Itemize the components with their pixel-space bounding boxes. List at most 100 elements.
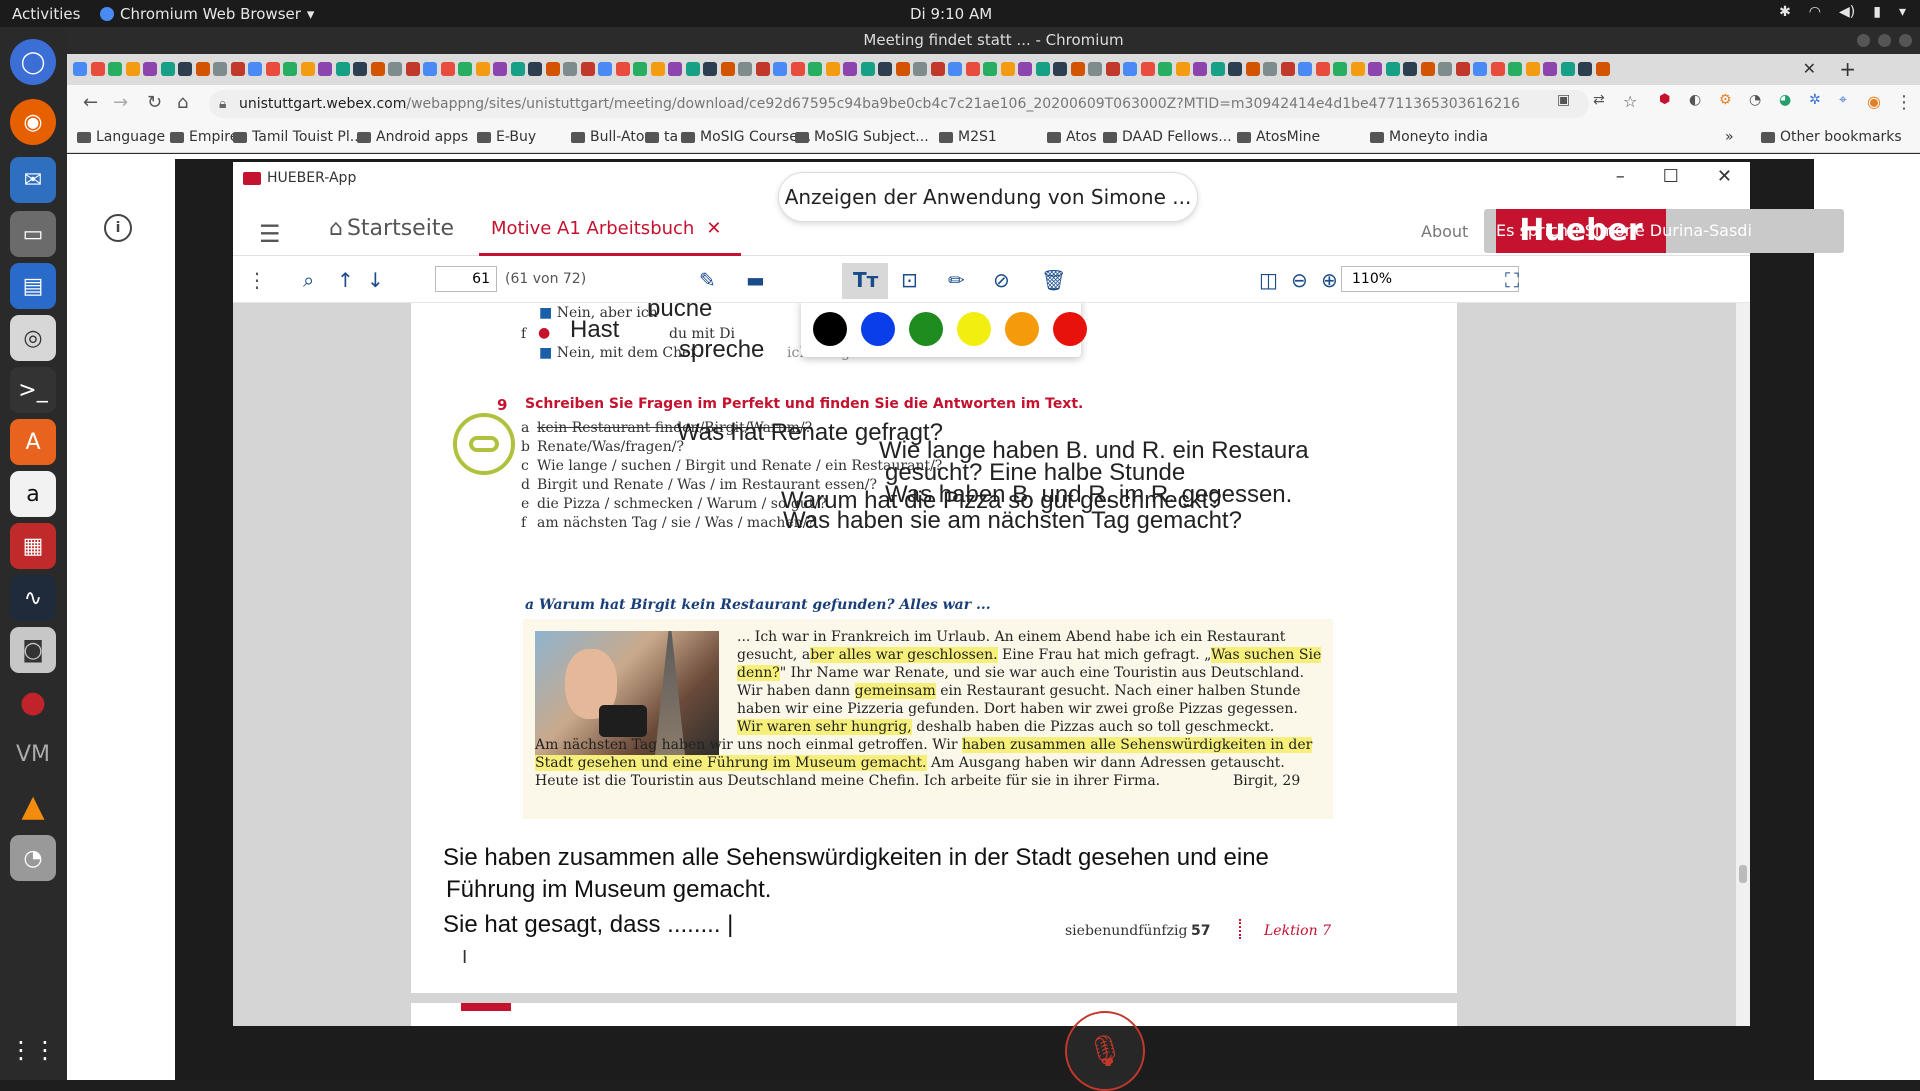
pinned-tab-favicon[interactable] xyxy=(598,62,612,76)
pinned-tab-favicon[interactable] xyxy=(528,62,542,76)
pinned-tab-favicon[interactable] xyxy=(510,62,525,76)
bookmark-item[interactable]: MoSIG Course... xyxy=(681,129,811,145)
pinned-tab-favicon[interactable] xyxy=(370,62,385,76)
typed-answer[interactable]: Führung im Museum gemacht. xyxy=(446,876,771,904)
back-button[interactable]: ← xyxy=(83,92,98,113)
pinned-tab-favicon[interactable] xyxy=(965,62,980,76)
writer-launcher-icon[interactable]: ▤ xyxy=(10,263,56,309)
pinned-tab-favicon[interactable] xyxy=(1315,62,1330,76)
show-apps-icon[interactable]: ⋮⋮ xyxy=(9,1027,57,1073)
minimize-button[interactable] xyxy=(1857,34,1870,47)
bookmark-item[interactable]: MoSIG Subject... xyxy=(795,129,929,145)
install-icon[interactable]: ▣ xyxy=(1557,92,1570,108)
color-swatch[interactable] xyxy=(813,312,847,346)
firefox-launcher-icon[interactable]: ◉ xyxy=(10,99,56,145)
zoom-in-icon[interactable]: ⊕ xyxy=(1321,268,1338,292)
color-swatch[interactable] xyxy=(861,312,895,346)
pinned-tab-favicon[interactable] xyxy=(125,62,140,76)
bookmark-item[interactable]: Language xyxy=(77,129,165,145)
pinned-tab-favicon[interactable] xyxy=(108,62,122,76)
pinned-tab-favicon[interactable] xyxy=(668,62,682,76)
page-number-input[interactable]: 61 xyxy=(435,266,497,292)
pinned-tab-favicon[interactable] xyxy=(615,62,630,76)
pinned-tab-favicon[interactable] xyxy=(1455,62,1470,76)
activities-button[interactable]: Activities xyxy=(12,5,80,23)
pinned-tab-favicon[interactable] xyxy=(580,62,595,76)
pinned-tab-favicon[interactable] xyxy=(230,62,245,76)
pinned-tab-favicon[interactable] xyxy=(1105,62,1120,76)
vm-launcher-icon[interactable]: VM xyxy=(10,731,56,777)
pinned-tab-favicon[interactable] xyxy=(895,62,910,76)
pinned-tab-favicon[interactable] xyxy=(1595,62,1610,76)
pinned-tab-favicon[interactable] xyxy=(248,62,262,76)
tab-book[interactable]: Motive A1 Arbeitsbuch ✕ xyxy=(491,218,721,239)
pinned-tab-favicon[interactable] xyxy=(90,62,105,76)
pinned-tab-favicon[interactable] xyxy=(633,62,647,76)
pinned-tab-favicon[interactable] xyxy=(475,62,490,76)
annotation-text[interactable]: Hast xyxy=(570,316,619,344)
fullscreen-icon[interactable]: ⛶ xyxy=(1505,268,1519,292)
amazon-launcher-icon[interactable]: a xyxy=(10,471,56,517)
bookmark-item[interactable]: Atos xyxy=(1047,129,1097,145)
pinned-tab-favicon[interactable] xyxy=(388,62,402,76)
close-tab-icon[interactable]: ✕ xyxy=(1803,59,1816,78)
pinned-tab-favicon[interactable] xyxy=(1175,62,1190,76)
pinned-tab-favicon[interactable] xyxy=(563,62,577,76)
forward-button[interactable]: → xyxy=(113,92,128,113)
bookmark-item[interactable]: E-Buy xyxy=(477,129,536,145)
extension-icon[interactable]: ⌖ xyxy=(1839,92,1847,108)
pinned-tab-favicon[interactable] xyxy=(195,62,210,76)
color-swatch[interactable] xyxy=(1053,312,1087,346)
scrollbar-thumb[interactable] xyxy=(1739,865,1747,883)
pinned-tab-favicon[interactable] xyxy=(703,62,717,76)
pinned-tab-favicon[interactable] xyxy=(335,62,350,76)
remmina-launcher-icon[interactable]: ▦ xyxy=(10,523,56,569)
pinned-tab-favicon[interactable] xyxy=(1088,62,1102,76)
typed-answer[interactable]: Sie haben zusammen alle Sehenswürdigkeit… xyxy=(443,844,1269,872)
link-icon[interactable] xyxy=(453,413,515,475)
software-launcher-icon[interactable]: A xyxy=(10,419,56,465)
pinned-tab-favicon[interactable] xyxy=(143,62,157,76)
pinned-tab-favicon[interactable] xyxy=(1263,62,1277,76)
pinned-tab-favicon[interactable] xyxy=(1228,62,1242,76)
vlc-launcher-icon[interactable]: ▲ xyxy=(10,783,56,829)
new-tab-button[interactable]: + xyxy=(1839,57,1856,81)
extension-icon[interactable]: ◕ xyxy=(1779,92,1791,108)
app-menu[interactable]: Chromium Web Browser ▾ xyxy=(100,5,314,23)
pinned-tab-favicon[interactable] xyxy=(930,62,945,76)
zoom-out-icon[interactable]: ⊖ xyxy=(1291,268,1308,292)
info-icon[interactable]: i xyxy=(104,214,132,242)
system-monitor-icon[interactable]: ∿ xyxy=(10,575,56,621)
search-icon[interactable]: ⌕ xyxy=(303,268,314,292)
pinned-tab-favicon[interactable] xyxy=(160,62,175,76)
home-button[interactable]: ⌂ xyxy=(177,92,188,113)
system-tray[interactable]: ✱ ◠ ◀) ▮ ▾ xyxy=(1779,4,1906,20)
pinned-tab-favicon[interactable] xyxy=(1018,62,1032,76)
bookmark-item[interactable]: M2S1 xyxy=(939,129,997,145)
pinned-tab-favicon[interactable] xyxy=(405,62,420,76)
pen-icon[interactable]: ✏ xyxy=(948,268,965,292)
color-swatch[interactable] xyxy=(957,312,991,346)
pinned-tab-favicon[interactable] xyxy=(860,62,875,76)
pinned-tab-favicon[interactable] xyxy=(755,62,770,76)
pdf-scrollbar[interactable] xyxy=(1736,303,1750,1026)
pinned-tab-favicon[interactable] xyxy=(1490,62,1505,76)
pinned-tab-favicon[interactable] xyxy=(1385,62,1400,76)
pinned-tab-favicon[interactable] xyxy=(178,62,192,76)
pinned-tab-favicon[interactable] xyxy=(825,62,840,76)
pinned-tab-favicon[interactable] xyxy=(73,62,87,76)
bookmark-item[interactable]: DAAD Fellows... xyxy=(1103,129,1232,145)
previous-page-icon[interactable]: ↑ xyxy=(337,268,354,292)
typed-answer-active[interactable]: Sie hat gesagt, dass ........ | xyxy=(443,911,733,939)
pinned-tab-favicon[interactable] xyxy=(1420,62,1435,76)
pinned-tab-favicon[interactable] xyxy=(773,62,787,76)
disk-launcher-icon[interactable]: ◔ xyxy=(10,835,56,881)
close-icon[interactable]: ✕ xyxy=(1717,166,1732,187)
highlighter-icon[interactable]: ✎ xyxy=(699,268,716,292)
pinned-tab-favicon[interactable] xyxy=(1140,62,1155,76)
pinned-tab-favicon[interactable] xyxy=(720,62,735,76)
extension-icon[interactable]: ◐ xyxy=(1689,92,1701,108)
annotation-text[interactable]: buche xyxy=(647,303,712,323)
pinned-tab-favicon[interactable] xyxy=(1053,62,1067,76)
comment-icon[interactable]: ▬ xyxy=(746,268,765,292)
